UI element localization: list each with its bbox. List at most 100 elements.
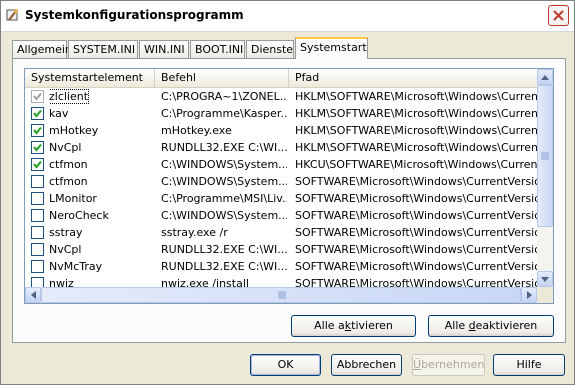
startup-item-name-text: ctfmon: [49, 175, 88, 188]
arrow-right-icon: [526, 291, 532, 299]
checkmark-icon: [33, 143, 42, 152]
tab-system-ini[interactable]: SYSTEM.INI: [68, 40, 138, 58]
scroll-right-button[interactable]: [521, 287, 537, 303]
checkmark-icon: [33, 160, 42, 169]
startup-item-checkbox[interactable]: [31, 192, 44, 205]
list-item[interactable]: NvCpl RUNDLL32.EXE C:\WI... HKLM\SOFTWARE\…: [25, 139, 537, 156]
startup-item-name: kav: [49, 105, 155, 122]
close-icon: [553, 10, 564, 21]
startup-item-checkbox[interactable]: [31, 158, 44, 171]
column-header-command[interactable]: Befehl: [155, 69, 289, 87]
startup-item-checkbox[interactable]: [31, 141, 44, 154]
startup-item-command: RUNDLL32.EXE C:\WI...: [161, 141, 287, 154]
startup-item-name: LMonitor: [49, 190, 155, 207]
system-config-window: Systemkonfigurationsprogramm Allgemein S…: [0, 0, 575, 385]
cancel-button[interactable]: Abbrechen: [331, 354, 402, 376]
startup-item-path: SOFTWARE\Microsoft\Windows\CurrentVersio…: [295, 192, 537, 205]
startup-item-name-text: LMonitor: [49, 192, 97, 205]
checkmark-icon: [33, 109, 42, 118]
startup-item-checkbox[interactable]: [31, 226, 44, 239]
startup-item-checkbox: [31, 90, 44, 103]
tab-systemstart[interactable]: Systemstart: [295, 37, 368, 59]
startup-item-path: HKLM\SOFTWARE\Microsoft\Windows\CurrentV…: [295, 124, 537, 137]
startup-item-command: RUNDLL32.EXE C:\WI...: [161, 243, 287, 256]
startup-item-checkbox[interactable]: [31, 277, 44, 287]
app-icon: [6, 9, 18, 21]
startup-item-command: mHotkey.exe: [161, 124, 232, 137]
startup-item-checkbox[interactable]: [31, 107, 44, 120]
startup-item-name: mHotkey: [49, 122, 155, 139]
startup-item-command: C:\WINDOWS\System...: [161, 175, 287, 188]
startup-item-checkbox[interactable]: [31, 243, 44, 256]
startup-item-command: sstray.exe /r: [161, 226, 228, 239]
vertical-scroll-thumb[interactable]: [537, 85, 553, 227]
tab-allgemein[interactable]: Allgemein: [12, 40, 72, 58]
tab-win-ini[interactable]: WIN.INI: [139, 40, 189, 58]
startup-item-name: ctfmon: [49, 173, 155, 190]
startup-item-path: SOFTWARE\Microsoft\Windows\CurrentVersio…: [295, 277, 537, 287]
startup-item-checkbox[interactable]: [31, 175, 44, 188]
apply-button[interactable]: Übernehmen: [412, 354, 485, 376]
horizontal-scrollbar[interactable]: [25, 287, 537, 303]
scroll-down-button[interactable]: [537, 271, 553, 287]
startup-item-path: SOFTWARE\Microsoft\Windows\CurrentVersio…: [295, 209, 537, 222]
list-item[interactable]: LMonitor C:\Programme\MSI\Liv... SOFTWARE\…: [25, 190, 537, 207]
list-header: Systemstartelement Befehl Pfad: [25, 69, 537, 88]
list-item[interactable]: sstray sstray.exe /r SOFTWARE\Microsoft\Wi…: [25, 224, 537, 241]
startup-item-path: SOFTWARE\Microsoft\Windows\CurrentVersio…: [295, 226, 537, 239]
startup-items-list[interactable]: Systemstartelement Befehl Pfad zlclient C…: [24, 68, 554, 304]
horizontal-scroll-thumb[interactable]: [41, 287, 521, 303]
startup-item-name-text: mHotkey: [49, 124, 99, 137]
startup-item-command: C:\Programme\MSI\Liv...: [161, 192, 287, 205]
list-item[interactable]: ctfmon C:\WINDOWS\System... HKCU\SOFTWARE\…: [25, 156, 537, 173]
startup-item-checkbox[interactable]: [31, 260, 44, 273]
startup-item-name-text: nwiz: [49, 277, 74, 287]
startup-item-command: C:\Programme\Kasper...: [161, 107, 287, 120]
column-header-path[interactable]: Pfad: [289, 69, 537, 87]
title-bar[interactable]: Systemkonfigurationsprogramm: [1, 1, 574, 32]
startup-item-path: HKLM\SOFTWARE\Microsoft\Windows\CurrentV…: [295, 107, 537, 120]
startup-item-path: SOFTWARE\Microsoft\Windows\CurrentVersio…: [295, 243, 537, 256]
list-item[interactable]: NvMcTray RUNDLL32.EXE C:\WI... SOFTWARE\Mi…: [25, 258, 537, 275]
vertical-scrollbar[interactable]: [537, 69, 553, 287]
startup-item-name: NvCpl: [49, 241, 155, 258]
startup-item-path: HKLM\SOFTWARE\Microsoft\Windows\CurrentV…: [295, 90, 537, 103]
scroll-up-button[interactable]: [537, 69, 553, 85]
startup-item-path: HKCU\SOFTWARE\Microsoft\Windows\CurrentV…: [295, 158, 537, 171]
list-item[interactable]: NeroCheck C:\WINDOWS\System... SOFTWARE\Mi…: [25, 207, 537, 224]
startup-item-name-text: zlclient: [49, 89, 90, 104]
checkmark-icon: [33, 126, 42, 135]
startup-item-name: NvMcTray: [49, 258, 155, 275]
startup-item-name-text: NeroCheck: [49, 209, 109, 222]
window-title: Systemkonfigurationsprogramm: [25, 8, 244, 22]
startup-item-name-text: NvCpl: [49, 243, 82, 256]
enable-all-button[interactable]: Alle aktivieren: [291, 315, 416, 337]
close-button[interactable]: [548, 5, 569, 26]
grip-icon: [541, 152, 549, 160]
list-item[interactable]: ctfmon C:\WINDOWS\System... SOFTWARE\Micro…: [25, 173, 537, 190]
tab-dienste[interactable]: Dienste: [246, 40, 294, 58]
startup-item-command: nwiz.exe /install: [161, 277, 249, 287]
startup-item-name: NeroCheck: [49, 207, 155, 224]
list-item[interactable]: kav C:\Programme\Kasper... HKLM\SOFTWARE\M…: [25, 105, 537, 122]
startup-item-path: SOFTWARE\Microsoft\Windows\CurrentVersio…: [295, 260, 537, 273]
startup-item-path: HKLM\SOFTWARE\Microsoft\Windows\CurrentV…: [295, 141, 537, 154]
startup-item-checkbox[interactable]: [31, 209, 44, 222]
list-item[interactable]: zlclient C:\PROGRA~1\ZONEL... HKLM\SOFTWAR…: [25, 88, 537, 105]
column-header-startup-item[interactable]: Systemstartelement: [25, 69, 155, 87]
startup-item-name: NvCpl: [49, 139, 155, 156]
tab-boot-ini[interactable]: BOOT.INI: [190, 40, 245, 58]
ok-button[interactable]: OK: [250, 354, 321, 376]
startup-item-checkbox[interactable]: [31, 124, 44, 137]
list-item[interactable]: nwiz nwiz.exe /install SOFTWARE\Microsoft\…: [25, 275, 537, 287]
startup-item-command: RUNDLL32.EXE C:\WI...: [161, 260, 287, 273]
startup-item-command: C:\PROGRA~1\ZONEL...: [161, 90, 287, 103]
scroll-left-button[interactable]: [25, 287, 41, 303]
list-item[interactable]: mHotkey mHotkey.exe HKLM\SOFTWARE\Microsof…: [25, 122, 537, 139]
startup-item-name: nwiz: [49, 275, 155, 287]
grip-icon: [278, 291, 286, 299]
help-button[interactable]: Hilfe: [493, 354, 565, 376]
startup-item-name-text: NvCpl: [49, 141, 82, 154]
disable-all-button[interactable]: Alle deaktivieren: [428, 315, 554, 337]
list-item[interactable]: NvCpl RUNDLL32.EXE C:\WI... SOFTWARE\Micro…: [25, 241, 537, 258]
